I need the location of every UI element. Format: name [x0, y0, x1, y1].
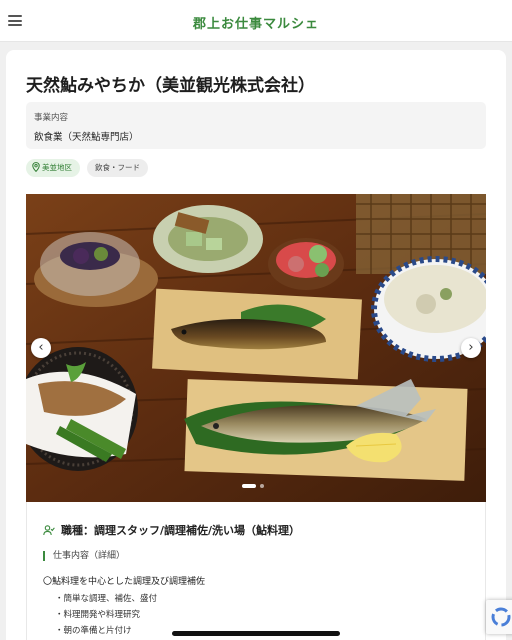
list-item: 料理開発や料理研究 — [55, 607, 157, 623]
carousel-next-button[interactable]: › — [461, 338, 481, 358]
food-photo-carousel[interactable]: ‹ › — [26, 194, 486, 502]
recaptcha-badge[interactable] — [486, 600, 512, 634]
shop-card: 天然鮎みやちか（美並観光株式会社） 事業内容 飲食業（天然鮎専門店） 美並地区 … — [6, 50, 506, 640]
area-tag[interactable]: 美並地区 — [26, 159, 80, 177]
food-photo — [26, 194, 486, 502]
carousel-dot-2[interactable] — [260, 484, 264, 488]
carousel-dot-1[interactable] — [242, 484, 256, 488]
job-info-box: 職種：調理スタッフ/調理補佐/洗い場（鮎料理） 仕事内容（詳細） 〇鮎料理を中心… — [26, 502, 486, 640]
job-task-list: 簡単な調理、補佐、盛付 料理開発や料理研究 朝の準備と片付け — [55, 591, 158, 639]
site-title[interactable]: 郡上お仕事マルシェ — [0, 13, 512, 32]
carousel-prev-button[interactable]: ‹ — [31, 338, 51, 358]
business-value: 飲食業（天然鮎専門店） — [34, 132, 139, 143]
job-detail-label: 仕事内容（詳細） — [43, 551, 125, 561]
home-indicator — [172, 631, 340, 636]
top-bar: 郡上お仕事マルシェ — [0, 0, 512, 42]
list-item: 朝の準備と片付け — [55, 623, 157, 639]
area-tag-label: 美並地区 — [42, 163, 72, 172]
shop-title: 天然鮎みやちか（美並観光株式会社） — [26, 76, 315, 96]
recaptcha-icon — [491, 607, 511, 627]
location-pin-icon — [32, 162, 40, 173]
job-title: 職種：調理スタッフ/調理補佐/洗い場（鮎料理） — [43, 522, 300, 538]
job-description-head: 〇鮎料理を中心とした調理及び調理補佐 — [43, 577, 206, 587]
category-tag[interactable]: 飲食・フード — [87, 159, 148, 177]
job-title-text: 職種：調理スタッフ/調理補佐/洗い場（鮎料理） — [61, 524, 301, 537]
business-label: 事業内容 — [34, 113, 69, 123]
business-info-box: 事業内容 飲食業（天然鮎専門店） — [26, 102, 486, 149]
list-item: 簡単な調理、補佐、盛付 — [55, 591, 158, 607]
person-check-icon — [43, 525, 55, 536]
